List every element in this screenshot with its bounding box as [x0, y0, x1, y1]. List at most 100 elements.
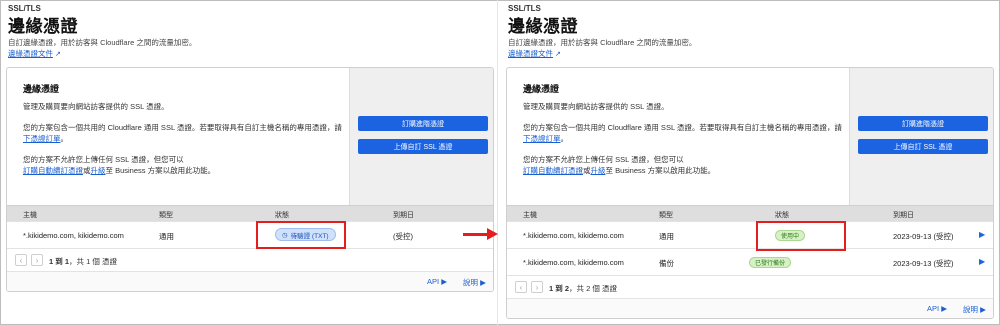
auto-renew-link[interactable]: 訂購自動續訂憑證: [23, 166, 83, 175]
header-host[interactable]: 主機: [23, 210, 37, 220]
pagination-total: ，共 1 個 憑證: [69, 257, 117, 266]
prev-page-button[interactable]: ‹: [15, 254, 27, 266]
plan-text-tail: 。: [60, 134, 69, 143]
api-link[interactable]: API ▶: [427, 277, 447, 286]
next-page-button[interactable]: ›: [531, 281, 543, 293]
pagination: ‹ › 1 到 1，共 1 個 憑證: [7, 248, 493, 271]
pagination-range: 1 到 1: [49, 257, 70, 266]
row-type: 備份: [659, 259, 674, 268]
card-title: 邊緣憑證: [523, 84, 560, 94]
order-advanced-certificate-button[interactable]: 訂購進階憑證: [858, 116, 988, 131]
caret-right-icon: ▶: [441, 277, 447, 286]
page-description: 自訂邊緣憑證，用於訪客與 Cloudflare 之間的流量加密。: [508, 38, 697, 47]
header-type[interactable]: 類型: [659, 210, 673, 220]
table-row[interactable]: *.kikidemo.com, kikidemo.com 通用 使用中 2023…: [507, 221, 993, 248]
expand-row-icon[interactable]: ▶: [979, 257, 985, 266]
help-link[interactable]: 說明 ▶: [963, 304, 986, 315]
header-status[interactable]: 狀態: [275, 210, 289, 220]
highlight-box-before: [256, 221, 346, 249]
panel-divider: [497, 0, 498, 325]
external-link-icon: ↗: [55, 51, 61, 58]
edge-certificates-card: 邊緣憑證 管理及購買要向網站訪客提供的 SSL 憑證。 您的方案包含一個共用的 …: [506, 67, 994, 319]
pagination-summary: 1 到 2，共 2 個 憑證: [549, 283, 617, 294]
pagination: ‹ › 1 到 2，共 2 個 憑證: [507, 275, 993, 298]
plan-text-tail: 。: [560, 134, 569, 143]
help-link-label[interactable]: 說明: [463, 278, 478, 287]
header-status[interactable]: 狀態: [775, 210, 789, 220]
row-type: 通用: [159, 232, 174, 241]
upload-text-tail: 至 Business 方案以啟用此功能。: [605, 166, 716, 175]
card-line-plan: 您的方案包含一個共用的 Cloudflare 通用 SSL 憑證。若要取得具有自…: [523, 122, 849, 144]
edge-certificates-card: 邊緣憑證 管理及購買要向網站訪客提供的 SSL 憑證。 您的方案包含一個共用的 …: [6, 67, 494, 292]
row-expiry: 2023-09-13 (受控): [893, 232, 954, 241]
upload-text-mid: 或: [583, 166, 591, 175]
row-host: *.kikidemo.com, kikidemo.com: [523, 258, 624, 267]
header-expiry[interactable]: 到期日: [393, 210, 414, 220]
upgrade-link[interactable]: 升級: [91, 166, 106, 175]
table-header: 主機 類型 狀態 到期日: [7, 205, 493, 221]
table-row[interactable]: *.kikidemo.com, kikidemo.com 備份 已發行備份 20…: [507, 248, 993, 275]
status-badge: 已發行備份: [749, 257, 792, 268]
card-line-upload: 您的方案不允許您上傳任何 SSL 憑證，但您可以 訂購自動續訂憑證或升級至 Bu…: [23, 154, 349, 176]
docs-link[interactable]: 邊緣憑證文件 ↗: [8, 48, 61, 59]
auto-renew-link[interactable]: 訂購自動續訂憑證: [523, 166, 583, 175]
docs-link-label[interactable]: 邊緣憑證文件: [8, 49, 53, 58]
row-type: 通用: [659, 232, 674, 241]
row-host: *.kikidemo.com, kikidemo.com: [523, 231, 624, 240]
expand-row-icon[interactable]: ▶: [979, 230, 985, 239]
docs-link-label[interactable]: 邊緣憑證文件: [508, 49, 553, 58]
card-info: 邊緣憑證 管理及購買要向網站訪客提供的 SSL 憑證。 您的方案包含一個共用的 …: [507, 68, 849, 205]
card-line-manage: 管理及購買要向網站訪客提供的 SSL 憑證。: [23, 102, 169, 111]
caret-right-icon: ▶: [941, 304, 947, 313]
page-title: 邊緣憑證: [8, 17, 78, 36]
help-link[interactable]: 說明 ▶: [463, 277, 486, 288]
upload-text: 您的方案不允許您上傳任何 SSL 憑證，但您可以: [523, 155, 684, 164]
header-expiry[interactable]: 到期日: [893, 210, 914, 220]
upload-text: 您的方案不允許您上傳任何 SSL 憑證，但您可以: [23, 155, 184, 164]
plan-text: 您的方案包含一個共用的 Cloudflare 通用 SSL 憑證。若要取得具有自…: [523, 123, 842, 132]
arrow-shaft: [463, 233, 489, 236]
card-actions: 訂購進階憑證 上傳自訂 SSL 憑證: [349, 68, 493, 205]
row-expiry: (受控): [393, 232, 413, 241]
order-certificate-link[interactable]: 下憑證訂單: [23, 134, 61, 143]
next-page-button[interactable]: ›: [31, 254, 43, 266]
prev-page-button[interactable]: ‹: [515, 281, 527, 293]
pagination-range: 1 到 2: [549, 284, 570, 293]
table-row[interactable]: *.kikidemo.com, kikidemo.com 通用 ◷ 待驗證 (TX…: [7, 221, 493, 248]
order-certificate-link[interactable]: 下憑證訂單: [523, 134, 561, 143]
page-title: 邊緣憑證: [508, 17, 578, 36]
card-line-plan: 您的方案包含一個共用的 Cloudflare 通用 SSL 憑證。若要取得具有自…: [23, 122, 349, 144]
api-link-label[interactable]: API: [427, 277, 439, 286]
upload-text-mid: 或: [83, 166, 91, 175]
upload-custom-ssl-button[interactable]: 上傳自訂 SSL 憑證: [858, 139, 988, 154]
card-title: 邊緣憑證: [23, 84, 60, 94]
upgrade-link[interactable]: 升級: [591, 166, 606, 175]
page-description: 自訂邊緣憑證，用於訪客與 Cloudflare 之間的流量加密。: [8, 38, 197, 47]
docs-link[interactable]: 邊緣憑證文件 ↗: [508, 48, 561, 59]
highlight-box-after: [756, 221, 846, 251]
row-expiry: 2023-09-13 (受控): [893, 259, 954, 268]
caret-right-icon: ▶: [980, 305, 986, 314]
header-host[interactable]: 主機: [523, 210, 537, 220]
header-type[interactable]: 類型: [159, 210, 173, 220]
row-host: *.kikidemo.com, kikidemo.com: [23, 231, 124, 240]
order-advanced-certificate-button[interactable]: 訂購進階憑證: [358, 116, 488, 131]
panel-before: SSL/TLS 邊緣憑證 自訂邊緣憑證，用於訪客與 Cloudflare 之間的…: [0, 0, 495, 325]
table-header: 主機 類型 狀態 到期日: [507, 205, 993, 221]
card-info: 邊緣憑證 管理及購買要向網站訪客提供的 SSL 憑證。 您的方案包含一個共用的 …: [7, 68, 349, 205]
card-footer: API ▶ 說明 ▶: [507, 298, 993, 318]
card-actions: 訂購進階憑證 上傳自訂 SSL 憑證: [849, 68, 993, 205]
upload-text-tail: 至 Business 方案以啟用此功能。: [105, 166, 216, 175]
help-link-label[interactable]: 說明: [963, 305, 978, 314]
pagination-total: ，共 2 個 憑證: [569, 284, 617, 293]
caret-right-icon: ▶: [480, 278, 486, 287]
card-line-upload: 您的方案不允許您上傳任何 SSL 憑證，但您可以 訂購自動續訂憑證或升級至 Bu…: [523, 154, 849, 176]
pagination-summary: 1 到 1，共 1 個 憑證: [49, 256, 117, 267]
api-link-label[interactable]: API: [927, 304, 939, 313]
panel-after: SSL/TLS 邊緣憑證 自訂邊緣憑證，用於訪客與 Cloudflare 之間的…: [500, 0, 1000, 325]
arrow-right-icon: [487, 228, 498, 240]
card-line-manage: 管理及購買要向網站訪客提供的 SSL 憑證。: [523, 102, 669, 111]
upload-custom-ssl-button[interactable]: 上傳自訂 SSL 憑證: [358, 139, 488, 154]
plan-text: 您的方案包含一個共用的 Cloudflare 通用 SSL 憑證。若要取得具有自…: [23, 123, 342, 132]
api-link[interactable]: API ▶: [927, 304, 947, 313]
